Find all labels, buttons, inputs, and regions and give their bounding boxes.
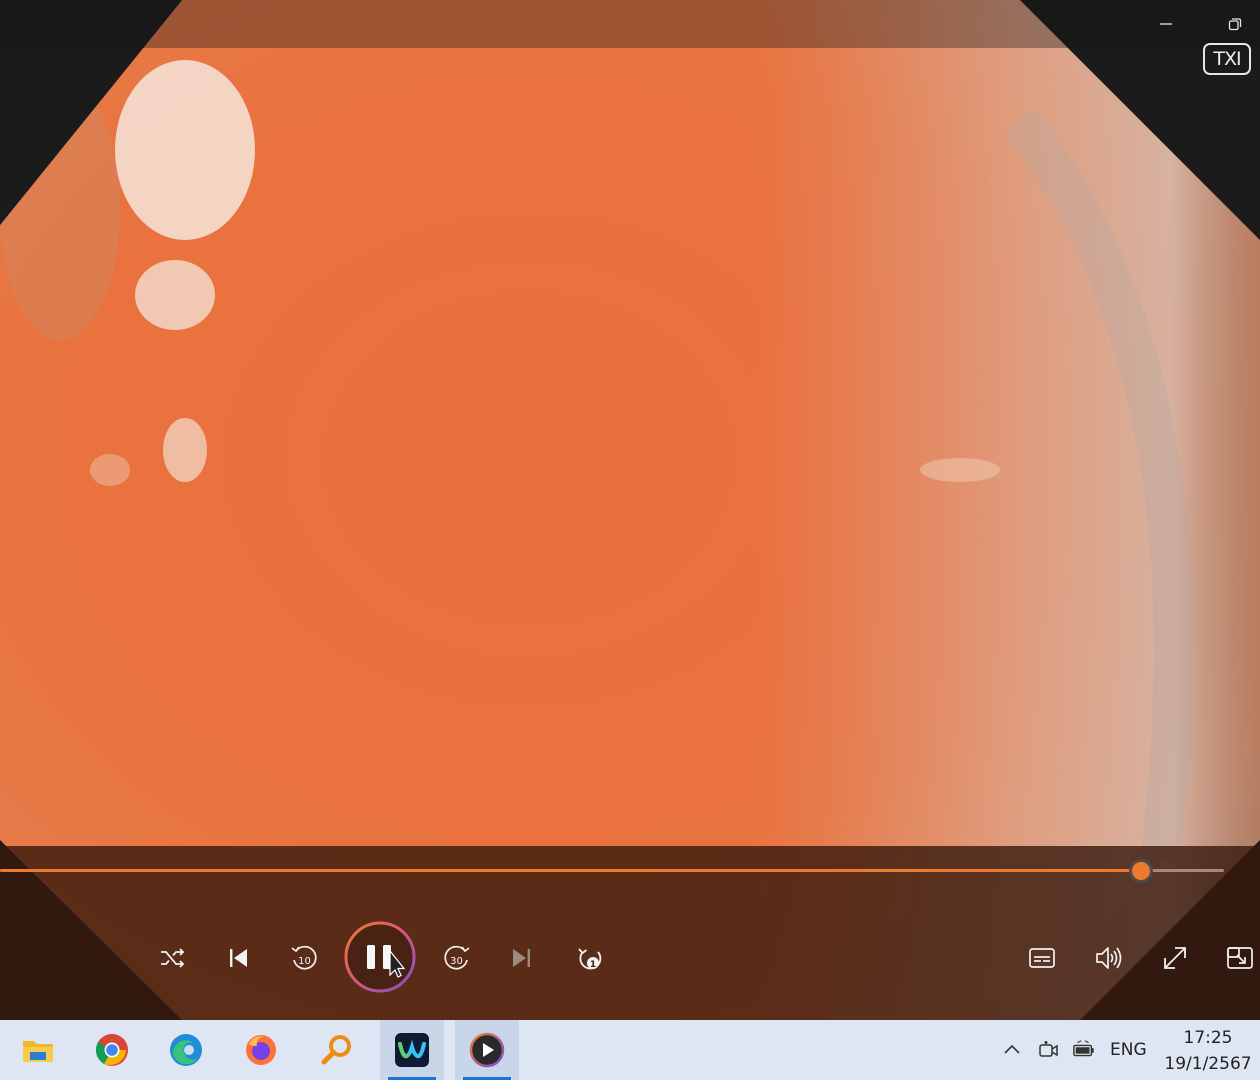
subtitles-button[interactable] [1022, 938, 1062, 978]
media-player-icon [469, 1032, 505, 1068]
restore-icon [1228, 18, 1242, 31]
shuffle-icon [161, 948, 185, 968]
seek-bar[interactable] [0, 862, 1224, 880]
playback-controls: 10 30 1 [0, 846, 1260, 1020]
previous-button[interactable] [218, 938, 258, 978]
minimize-icon [1160, 23, 1172, 25]
seek-progress [0, 869, 1141, 872]
taskbar-chrome[interactable] [80, 1020, 144, 1080]
taskbar-file-explorer[interactable] [6, 1020, 70, 1080]
input-language[interactable]: ENG [1110, 1040, 1147, 1060]
svg-text:30: 30 [450, 956, 463, 967]
taskbar-edge[interactable] [154, 1020, 218, 1080]
taskbar-clock[interactable]: 17:25 19/1/2567 [1160, 1025, 1256, 1077]
media-player-window: TXI 10 30 1 ENG 17:25 19/1/2567 [0, 0, 1260, 1080]
pause-icon [344, 921, 416, 993]
forward-30-button[interactable]: 30 [437, 938, 477, 978]
restore-button[interactable] [1217, 8, 1253, 40]
camera-icon [1039, 1041, 1058, 1057]
volume-button[interactable] [1088, 938, 1128, 978]
rewind-10-icon: 10 [291, 945, 317, 970]
taskbar-media-player[interactable] [455, 1020, 519, 1080]
battery-icon [1073, 1040, 1094, 1057]
minimize-button[interactable] [1148, 8, 1184, 40]
next-track-icon [513, 949, 530, 967]
volume-icon [1096, 947, 1122, 969]
search-icon [321, 1035, 351, 1065]
repeat-button[interactable]: 1 [569, 938, 609, 978]
chrome-icon [95, 1034, 128, 1066]
tray-meet-now[interactable] [1036, 1038, 1060, 1062]
seek-thumb[interactable] [1131, 862, 1150, 880]
tray-battery[interactable] [1072, 1038, 1096, 1062]
forward-30-icon: 30 [444, 945, 470, 970]
subtitles-icon [1029, 948, 1055, 968]
svg-text:10: 10 [298, 956, 311, 967]
firefox-icon [246, 1035, 276, 1065]
webex-icon [395, 1033, 429, 1067]
svg-text:1: 1 [590, 960, 596, 970]
fullscreen-icon [1164, 947, 1186, 969]
mini-player-icon [1227, 947, 1253, 969]
clock-time: 17:25 [1183, 1028, 1233, 1048]
repeat-one-icon: 1 [578, 948, 602, 970]
file-explorer-icon [23, 1041, 53, 1062]
chevron-up-icon [1004, 1044, 1020, 1054]
edge-icon [170, 1034, 202, 1066]
next-button[interactable] [502, 938, 542, 978]
tray-overflow-button[interactable] [1000, 1038, 1024, 1062]
play-pause-button[interactable] [343, 920, 417, 994]
rewind-10-button[interactable]: 10 [284, 938, 324, 978]
title-bar [0, 0, 1260, 48]
taskbar: ENG 17:25 19/1/2567 [0, 1020, 1260, 1080]
previous-track-icon [230, 949, 247, 967]
txi-overlay-badge: TXI [1203, 43, 1251, 75]
shuffle-button[interactable] [152, 938, 192, 978]
taskbar-search[interactable] [305, 1020, 369, 1080]
clock-date: 19/1/2567 [1164, 1054, 1252, 1074]
taskbar-firefox[interactable] [229, 1020, 293, 1080]
mini-player-button[interactable] [1220, 938, 1260, 978]
taskbar-webex[interactable] [380, 1020, 444, 1080]
fullscreen-button[interactable] [1155, 938, 1195, 978]
